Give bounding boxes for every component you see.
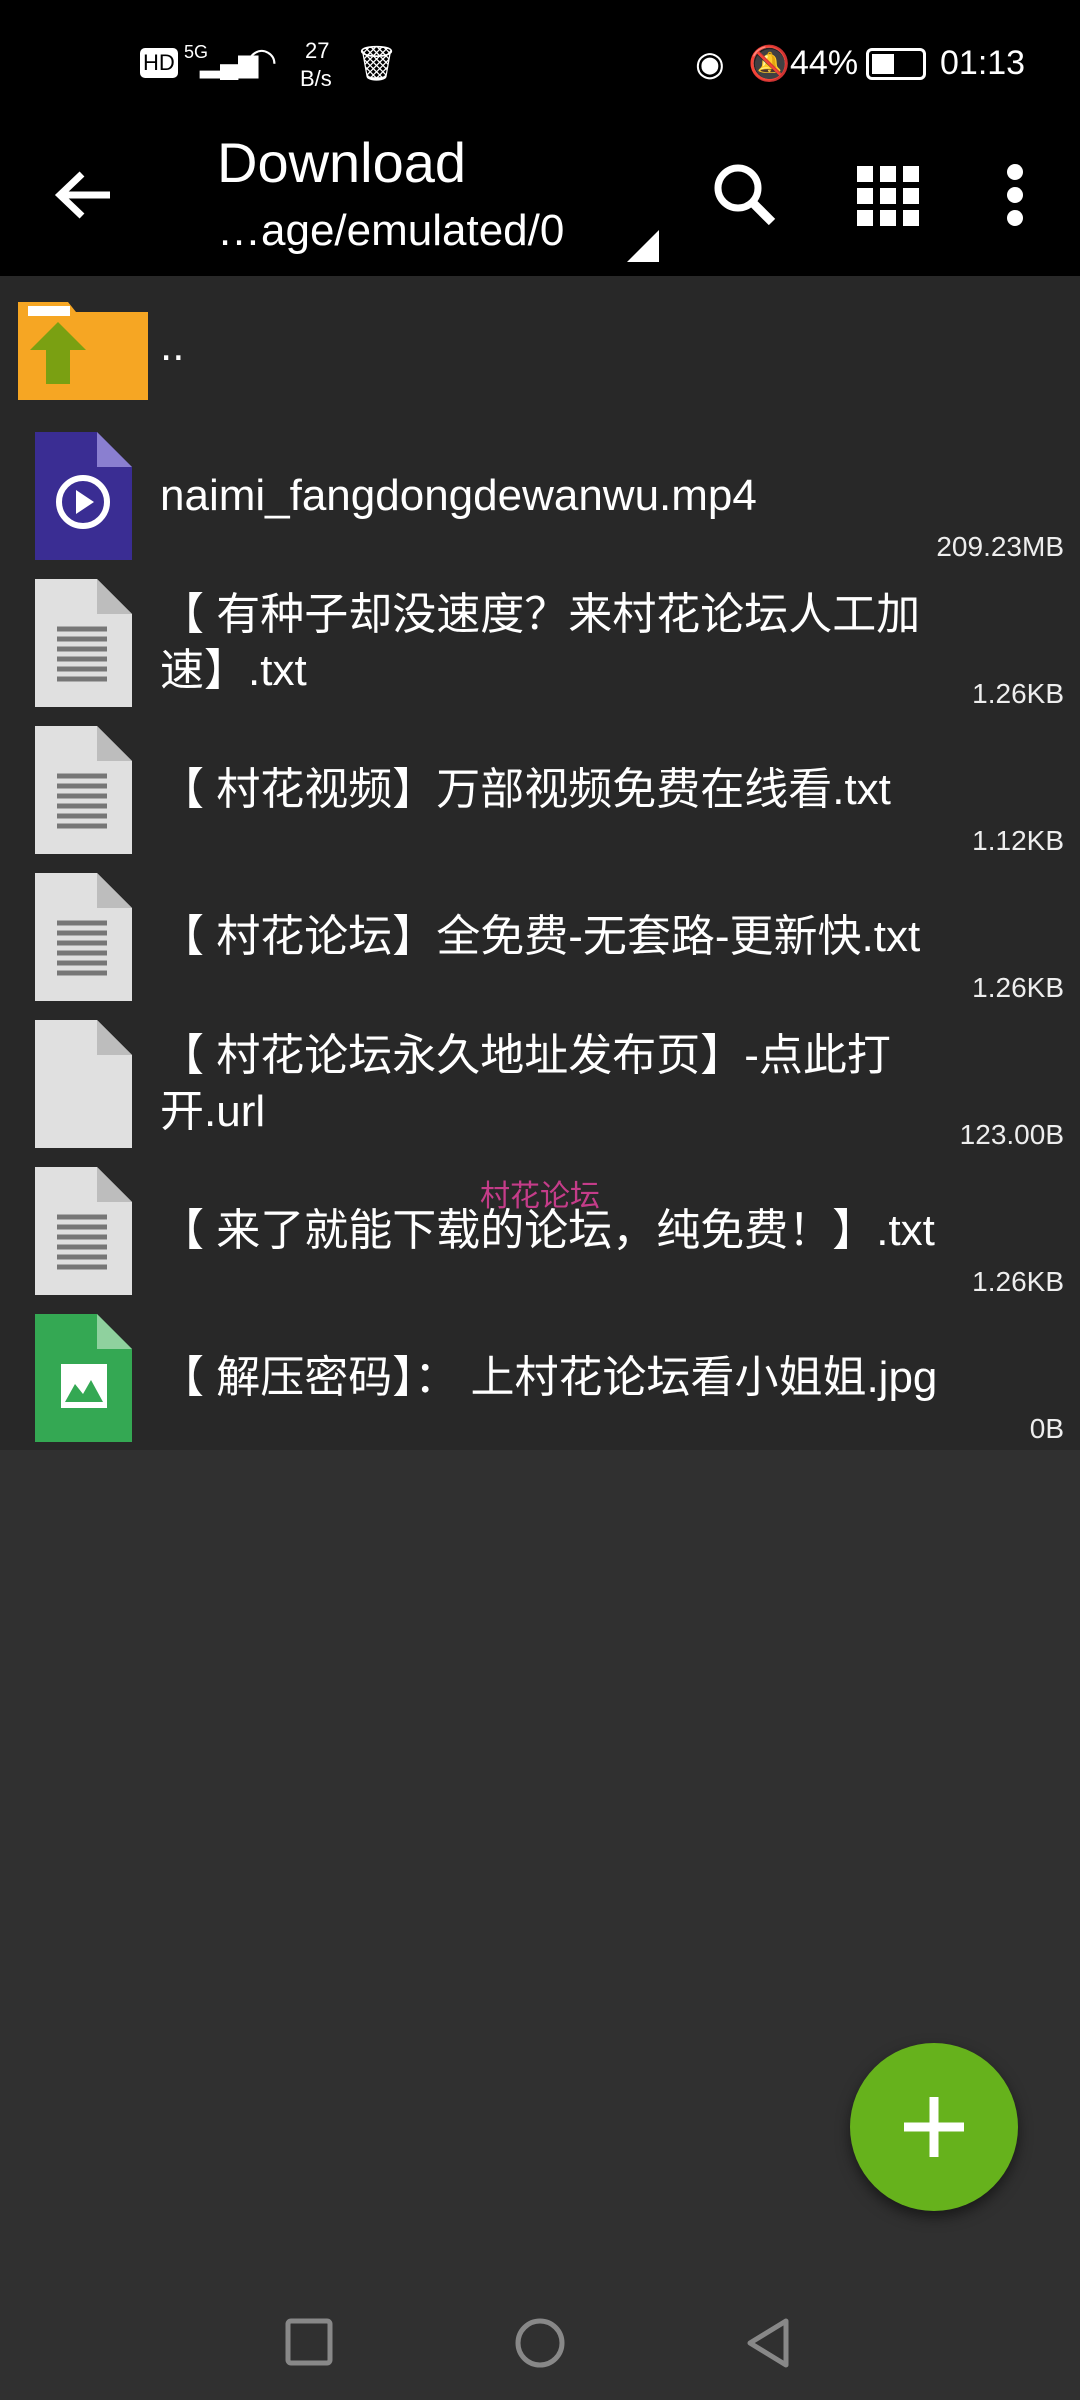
list-item[interactable]: naimi_fangdongdewanwu.mp4 209.23MB — [0, 422, 1080, 569]
file-name: naimi_fangdongdewanwu.mp4 — [160, 470, 757, 520]
text-file-icon — [35, 873, 132, 1001]
hd-icon: HD — [140, 48, 178, 78]
dropdown-triangle-icon[interactable] — [627, 230, 659, 262]
video-file-icon — [35, 432, 132, 560]
file-size: 1.26KB — [972, 1266, 1064, 1297]
file-name: 【 村花视频】万部视频免费在线看.txt — [160, 764, 891, 814]
text-file-icon — [35, 1167, 132, 1295]
back-nav-button[interactable] — [742, 2315, 798, 2371]
more-vert-icon — [1007, 164, 1023, 226]
battery-icon — [866, 48, 926, 80]
list-item[interactable]: 【 村花论坛】全免费-无套路-更新快.txt 1.26KB — [0, 863, 1080, 1010]
file-name: .. — [160, 321, 185, 370]
watermark-logo: 村花论坛 — [480, 1180, 600, 1213]
speed-value: 27 — [305, 38, 330, 63]
list-item[interactable]: 【 村花论坛永久地址发布页】-点此打开.url 123.00B — [0, 1010, 1080, 1157]
file-name: 【 有种子却没速度？来村花论坛人工加速】.txt — [160, 589, 921, 695]
plus-icon — [904, 2097, 964, 2157]
file-name: 【 村花论坛永久地址发布页】-点此打开.url — [160, 1030, 891, 1136]
page-title: Download — [217, 131, 467, 194]
search-icon — [714, 164, 776, 226]
list-item[interactable]: 【 来了就能下载的论坛，纯免费！】.txt 1.26KB 村花论坛 — [0, 1157, 1080, 1304]
home-button[interactable] — [512, 2315, 568, 2371]
grid-view-button[interactable] — [843, 150, 933, 240]
list-item[interactable]: 【 解压密码】： 上村花论坛看小姐姐.jpg 0B — [0, 1304, 1080, 1451]
path-dropdown[interactable]: …age/emulated/0 — [217, 206, 564, 256]
list-item-parent[interactable]: .. — [0, 276, 1080, 416]
back-button[interactable] — [40, 150, 130, 240]
back-arrow-icon — [54, 171, 110, 219]
file-size: 209.23MB — [936, 531, 1064, 562]
file-list: .. naimi_fangdongdewanwu.mp4 209.23MB 【 … — [0, 276, 1080, 1450]
file-size: 0B — [1029, 1413, 1064, 1444]
folder-up-icon — [18, 302, 148, 400]
clock: 01:13 — [940, 44, 1026, 82]
cleaner-icon: 🗑 — [355, 45, 399, 83]
bell-off-icon: 🔕 — [748, 45, 791, 83]
blank-file-icon — [35, 1020, 132, 1148]
toolbar: Download …age/emulated/0 — [0, 120, 1080, 276]
file-size: 1.26KB — [972, 972, 1064, 1003]
speed-unit: B/s — [300, 66, 332, 91]
file-name: 【 村花论坛】全免费-无套路-更新快.txt — [160, 911, 921, 961]
list-item[interactable]: 【 有种子却没速度？来村花论坛人工加速】.txt 1.26KB — [0, 569, 1080, 716]
file-size: 1.26KB — [972, 678, 1064, 709]
search-button[interactable] — [700, 150, 790, 240]
grid-view-icon — [857, 166, 919, 226]
file-size: 1.12KB — [972, 825, 1064, 856]
list-item[interactable]: 【 村花视频】万部视频免费在线看.txt 1.12KB — [0, 716, 1080, 863]
file-size: 123.00B — [959, 1119, 1064, 1150]
eye-icon: ◉ — [695, 45, 725, 83]
text-file-icon — [35, 579, 132, 707]
battery-percent: 44% — [790, 44, 859, 82]
recents-button[interactable] — [282, 2315, 338, 2371]
wifi-icon: ◠ — [246, 40, 278, 81]
image-file-icon — [35, 1314, 132, 1442]
navigation-bar — [0, 2290, 1080, 2400]
file-name: 【 解压密码】： 上村花论坛看小姐姐.jpg — [160, 1352, 938, 1402]
text-file-icon — [35, 726, 132, 854]
add-button[interactable] — [850, 2043, 1018, 2211]
status-bar: HD 5G ▂▄▆ ◠ 27 B/s 🗑 ◉ 🔕 44% 01:13 — [0, 0, 1080, 120]
more-options-button[interactable] — [970, 150, 1060, 240]
